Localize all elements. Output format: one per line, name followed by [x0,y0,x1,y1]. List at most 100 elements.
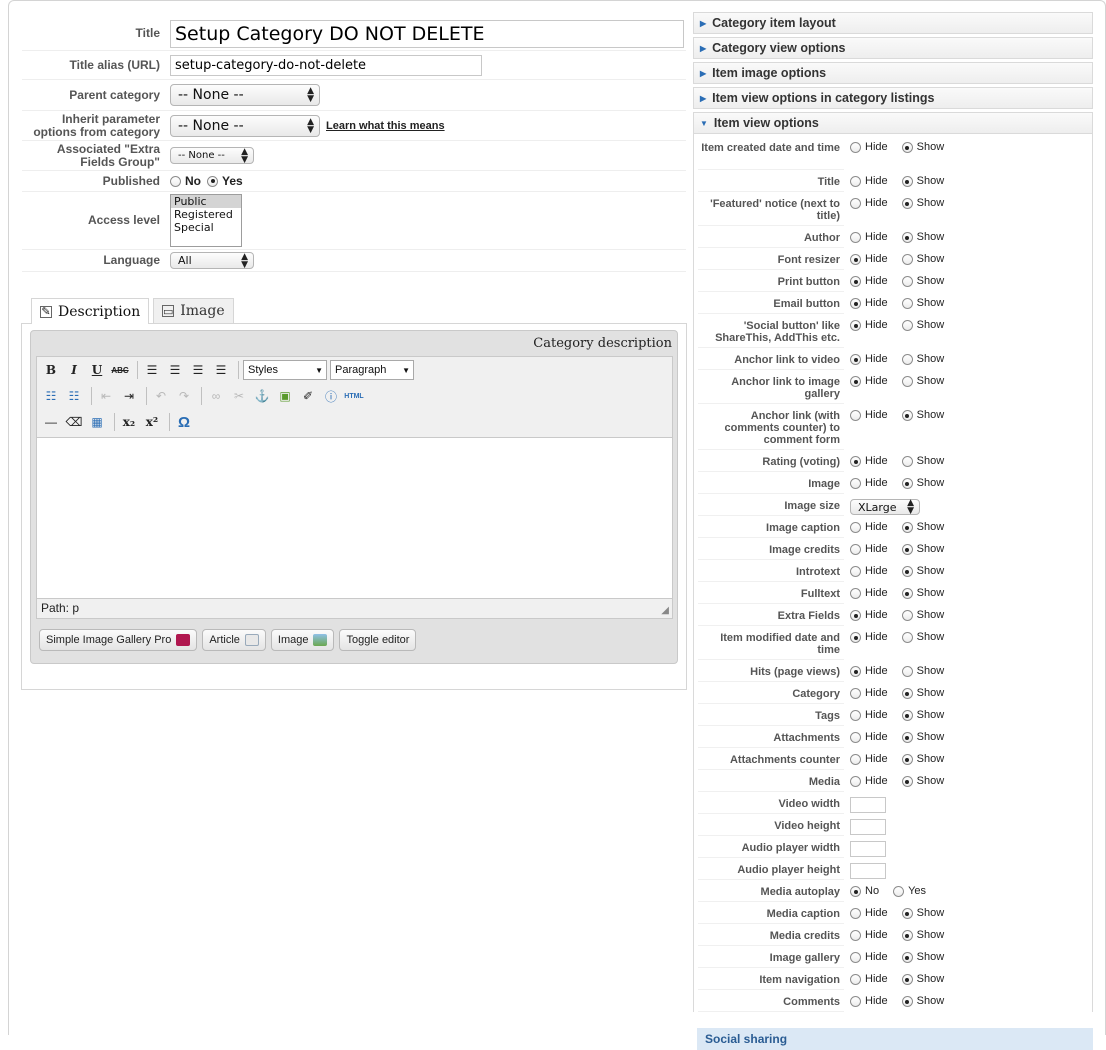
superscript-icon[interactable]: x² [142,412,162,432]
title-input[interactable] [170,19,684,48]
show-radio[interactable] [901,974,913,985]
learn-more-link[interactable]: Learn what this means [326,120,445,132]
hide-radio[interactable] [850,478,861,489]
show-radio[interactable] [901,320,913,331]
show-radio[interactable] [901,232,913,243]
show-radio[interactable] [901,776,913,787]
show-radio[interactable] [901,410,913,421]
show-radio[interactable] [901,732,913,743]
hide-radio[interactable] [850,298,861,309]
show-radio[interactable] [901,666,913,677]
hide-radio[interactable] [850,410,861,421]
show-radio[interactable] [901,710,913,721]
link-icon[interactable]: ∞ [206,386,226,406]
published-no-radio[interactable] [170,175,181,187]
extra-fields-select[interactable]: -- None -- ▲ ▼ [170,147,254,164]
bold-icon[interactable]: B [41,360,61,380]
hide-radio[interactable] [850,952,861,963]
show-radio[interactable] [901,276,913,287]
indent-icon[interactable]: ⇥ [119,386,139,406]
hide-radio[interactable] [850,688,861,699]
show-radio[interactable] [901,198,913,209]
styles-select[interactable]: Styles ▼ [243,360,327,380]
align-left-icon[interactable]: ☰ [142,360,162,380]
hide-radio[interactable] [850,254,861,265]
access-option[interactable]: Public [171,195,241,208]
hide-radio[interactable] [850,930,861,941]
align-right-icon[interactable]: ☰ [188,360,208,380]
toggle-editor-button[interactable]: Toggle editor [339,629,417,651]
option-text-input[interactable] [850,797,886,813]
format-select[interactable]: Paragraph ▼ [330,360,414,380]
resize-grip-icon[interactable]: ◢ [661,605,669,616]
insert-image-icon[interactable]: ▣ [275,386,295,406]
cleanup-icon[interactable]: ✐ [298,386,318,406]
hide-radio[interactable] [850,544,861,555]
hide-radio[interactable] [850,610,861,621]
hide-radio[interactable] [850,142,861,153]
accordion-item-view-options-listings[interactable]: ▶ Item view options in category listings [693,87,1093,109]
hide-radio[interactable] [850,710,861,721]
access-option[interactable]: Registered [171,208,241,221]
show-radio[interactable] [901,588,913,599]
show-radio[interactable] [901,610,913,621]
show-radio[interactable] [901,996,913,1007]
show-radio[interactable] [901,376,913,387]
hide-radio[interactable] [850,198,861,209]
accordion-item-view-options[interactable]: ▼ Item view options [693,112,1093,134]
hide-radio[interactable] [850,588,861,599]
align-justify-icon[interactable]: ☰ [211,360,231,380]
hide-radio[interactable] [850,320,861,331]
option-text-input[interactable] [850,863,886,879]
social-sharing-header[interactable]: Social sharing [697,1028,1093,1050]
help-icon[interactable]: ⓘ [321,386,341,406]
remove-format-icon[interactable]: ⌫ [64,412,84,432]
hide-radio[interactable] [850,632,861,643]
anchor-icon[interactable]: ⚓ [252,386,272,406]
hide-radio[interactable] [850,776,861,787]
accordion-category-item-layout[interactable]: ▶ Category item layout [693,12,1093,34]
hide-radio[interactable] [850,754,861,765]
hide-radio[interactable] [850,908,861,919]
show-radio[interactable] [901,632,913,643]
access-option[interactable]: Special [171,221,241,234]
show-radio[interactable] [901,522,913,533]
show-radio[interactable] [901,930,913,941]
show-radio[interactable] [901,142,913,153]
show-radio[interactable] [901,544,913,555]
accordion-category-view-options[interactable]: ▶ Category view options [693,37,1093,59]
tab-description[interactable]: ✎ Description [31,298,150,324]
table-icon[interactable]: ▦ [87,412,107,432]
show-radio[interactable] [901,908,913,919]
align-center-icon[interactable]: ☰ [165,360,185,380]
parent-category-select[interactable]: -- None -- ▲ ▼ [170,84,320,106]
show-radio[interactable] [901,754,913,765]
language-select[interactable]: All ▲ ▼ [170,252,254,269]
accordion-item-image-options[interactable]: ▶ Item image options [693,62,1093,84]
show-radio[interactable] [901,566,913,577]
show-radio[interactable] [901,176,913,187]
special-char-icon[interactable]: Ω [174,412,194,432]
hide-radio[interactable] [850,996,861,1007]
inherit-select[interactable]: -- None -- ▲ ▼ [170,114,320,137]
yes-radio[interactable] [893,886,905,897]
italic-icon[interactable]: I [64,360,84,380]
unlink-icon[interactable]: ✂ [229,386,249,406]
no-radio[interactable] [850,886,861,897]
show-radio[interactable] [901,254,913,265]
hide-radio[interactable] [850,232,861,243]
hide-radio[interactable] [850,176,861,187]
hide-radio[interactable] [850,354,861,365]
undo-icon[interactable]: ↶ [151,386,171,406]
published-yes-radio[interactable] [207,175,218,187]
show-radio[interactable] [901,298,913,309]
hide-radio[interactable] [850,974,861,985]
hide-radio[interactable] [850,456,861,467]
image-size-select[interactable]: XLarge ▲ ▼ [850,499,920,516]
access-level-listbox[interactable]: Public Registered Special [170,194,242,247]
option-text-input[interactable] [850,841,886,857]
numbered-list-icon[interactable]: ☷ [64,386,84,406]
hide-radio[interactable] [850,522,861,533]
option-text-input[interactable] [850,819,886,835]
subscript-icon[interactable]: x₂ [119,412,139,432]
